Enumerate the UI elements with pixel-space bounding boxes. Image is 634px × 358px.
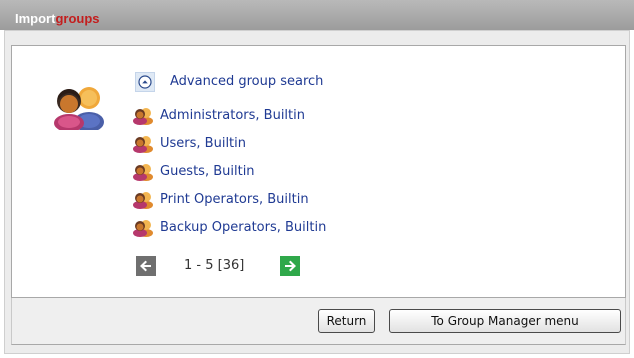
arrow-right-icon bbox=[285, 260, 296, 272]
page-title-main: Import bbox=[15, 11, 56, 26]
advanced-group-search-link[interactable]: Advanced group search bbox=[170, 74, 323, 89]
main-panel: Advanced group search Administrators, Bu… bbox=[4, 30, 630, 354]
group-item-administrators[interactable]: Administrators, Builtin bbox=[132, 104, 305, 126]
page-title-accent: groups bbox=[55, 11, 100, 26]
group-item-label: Backup Operators, Builtin bbox=[160, 219, 327, 235]
group-icon bbox=[133, 136, 153, 153]
group-icon bbox=[133, 108, 153, 125]
group-item-label: Print Operators, Builtin bbox=[160, 191, 309, 207]
arrow-left-icon bbox=[140, 260, 151, 272]
group-icon bbox=[133, 220, 153, 237]
group-item-label: Administrators, Builtin bbox=[160, 107, 305, 123]
group-item-print-operators[interactable]: Print Operators, Builtin bbox=[132, 188, 309, 210]
group-item-label: Guests, Builtin bbox=[160, 163, 255, 179]
advanced-search-toggle[interactable] bbox=[135, 72, 155, 92]
group-manager-menu-button[interactable]: To Group Manager menu bbox=[389, 309, 621, 333]
group-item-guests[interactable]: Guests, Builtin bbox=[132, 160, 255, 182]
content-area: Advanced group search Administrators, Bu… bbox=[11, 45, 626, 298]
return-button[interactable]: Return bbox=[318, 309, 375, 333]
pagination-range: 1 - 5 [36] bbox=[184, 258, 245, 273]
group-icon bbox=[133, 192, 153, 209]
group-item-label: Users, Builtin bbox=[160, 135, 246, 151]
next-page-button[interactable] bbox=[280, 256, 300, 276]
footer-bar: Return To Group Manager menu bbox=[11, 298, 626, 345]
chevron-up-circle-icon bbox=[138, 75, 152, 89]
users-group-icon bbox=[54, 87, 104, 130]
group-icon bbox=[133, 164, 153, 181]
previous-page-button[interactable] bbox=[136, 256, 156, 276]
header-bar: Importgroups bbox=[0, 0, 634, 30]
page-title: Importgroups bbox=[15, 11, 100, 26]
group-item-backup-operators[interactable]: Backup Operators, Builtin bbox=[132, 216, 326, 238]
group-item-users[interactable]: Users, Builtin bbox=[132, 132, 246, 154]
